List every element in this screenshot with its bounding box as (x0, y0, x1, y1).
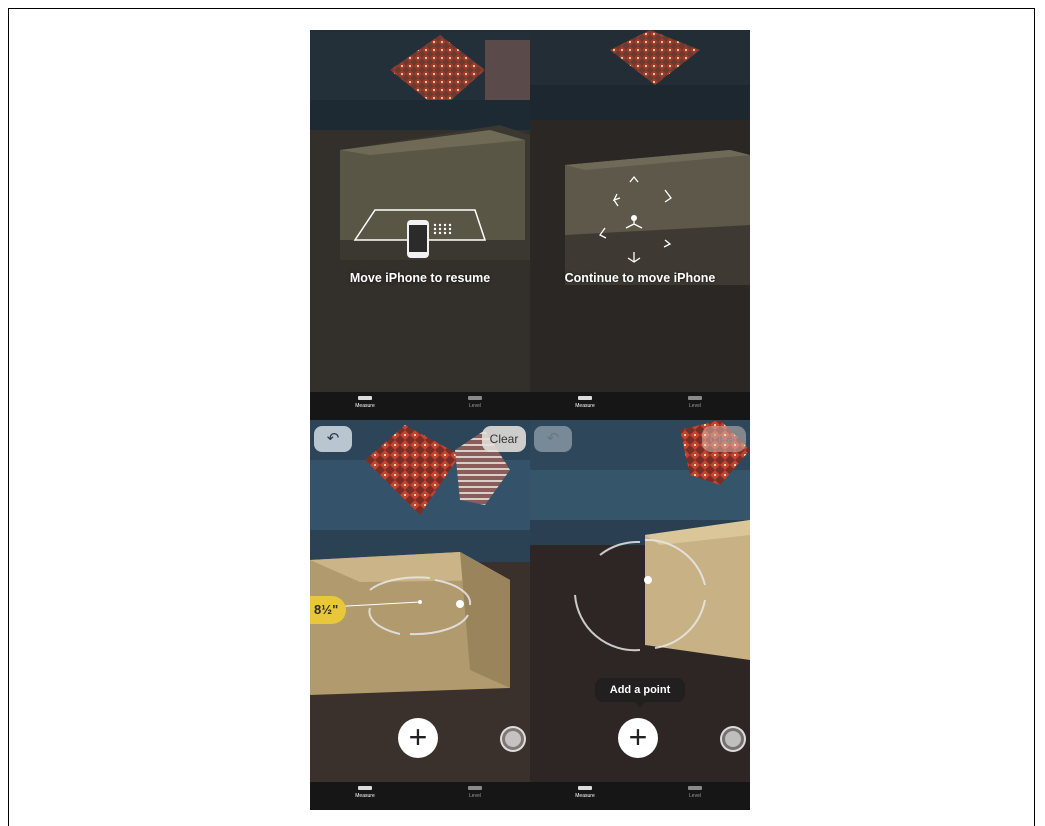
screen-continue-move: Continue to move iPhone Measure Level (530, 30, 750, 420)
add-point-button[interactable]: + (618, 718, 658, 758)
level-icon (468, 396, 482, 400)
ruler-icon (578, 786, 592, 790)
screen-measuring: ↶ Clear 8½" + Measure Level (310, 420, 530, 810)
capture-button[interactable] (500, 726, 526, 752)
plus-icon: + (628, 719, 648, 755)
ruler-icon (358, 786, 372, 790)
clear-button[interactable]: Clear (702, 426, 746, 452)
tab-bar: Measure Level (310, 782, 530, 810)
tab-bar: Measure Level (530, 392, 750, 420)
tab-level[interactable]: Level (445, 786, 505, 799)
status-message: Continue to move iPhone (564, 271, 716, 285)
camera-feed (530, 30, 750, 420)
level-icon (688, 786, 702, 790)
status-message: Move iPhone to resume (349, 271, 491, 285)
tab-measure[interactable]: Measure (555, 786, 615, 799)
level-icon (688, 396, 702, 400)
measurement-label: 8½" (310, 596, 347, 624)
add-point-tooltip: Add a point (595, 678, 685, 708)
level-icon (468, 786, 482, 790)
camera-feed (310, 30, 530, 420)
tab-bar: Measure Level (530, 782, 750, 810)
tab-level[interactable]: Level (445, 396, 505, 409)
tab-level[interactable]: Level (665, 396, 725, 409)
capture-button[interactable] (720, 726, 746, 752)
ruler-icon (358, 396, 372, 400)
tab-measure[interactable]: Measure (335, 786, 395, 799)
screen-add-point: ↶ Clear Add a point + Measure Level (530, 420, 750, 810)
add-point-button[interactable]: + (398, 718, 438, 758)
plus-icon: + (408, 719, 428, 755)
ruler-icon (578, 396, 592, 400)
tab-level[interactable]: Level (665, 786, 725, 799)
clear-button[interactable]: Clear (482, 426, 526, 452)
tab-measure[interactable]: Measure (555, 396, 615, 409)
undo-button[interactable]: ↶ (314, 426, 352, 452)
tab-measure[interactable]: Measure (335, 396, 395, 409)
undo-button[interactable]: ↶ (534, 426, 572, 452)
undo-arrow-icon: ↶ (546, 430, 560, 447)
screen-move-iphone: Move iPhone to resume Measure Level (310, 30, 530, 420)
undo-arrow-icon: ↶ (326, 430, 340, 447)
tab-bar: Measure Level (310, 392, 530, 420)
